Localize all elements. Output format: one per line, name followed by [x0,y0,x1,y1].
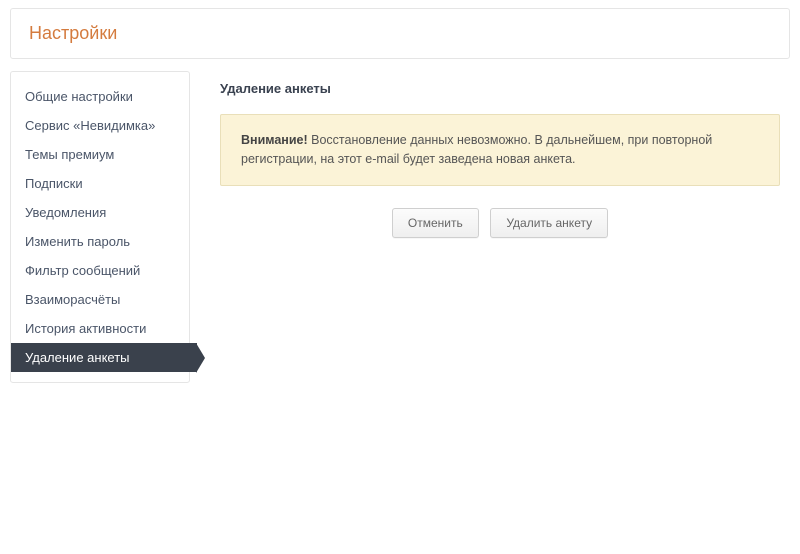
sidebar-item-change-password[interactable]: Изменить пароль [11,227,189,256]
page-title: Настройки [29,23,771,44]
sidebar-item-activity-history[interactable]: История активности [11,314,189,343]
main-content: Удаление анкеты Внимание! Восстановление… [190,71,790,383]
sidebar-item-premium-themes[interactable]: Темы премиум [11,140,189,169]
sidebar-item-general[interactable]: Общие настройки [11,82,189,111]
sidebar-item-subscriptions[interactable]: Подписки [11,169,189,198]
section-title: Удаление анкеты [220,81,780,96]
button-row: Отменить Удалить анкету [220,208,780,238]
header-card: Настройки [10,8,790,59]
warning-text: Восстановление данных невозможно. В даль… [241,133,712,166]
warning-strong: Внимание! [241,133,308,147]
warning-box: Внимание! Восстановление данных невозмож… [220,114,780,186]
settings-sidebar: Общие настройки Сервис «Невидимка» Темы … [10,71,190,383]
sidebar-item-invisible[interactable]: Сервис «Невидимка» [11,111,189,140]
sidebar-item-mutual-settlements[interactable]: Взаиморасчёты [11,285,189,314]
cancel-button[interactable]: Отменить [392,208,479,238]
delete-profile-button[interactable]: Удалить анкету [490,208,608,238]
sidebar-item-message-filter[interactable]: Фильтр сообщений [11,256,189,285]
sidebar-item-delete-profile[interactable]: Удаление анкеты [11,343,197,372]
sidebar-item-notifications[interactable]: Уведомления [11,198,189,227]
